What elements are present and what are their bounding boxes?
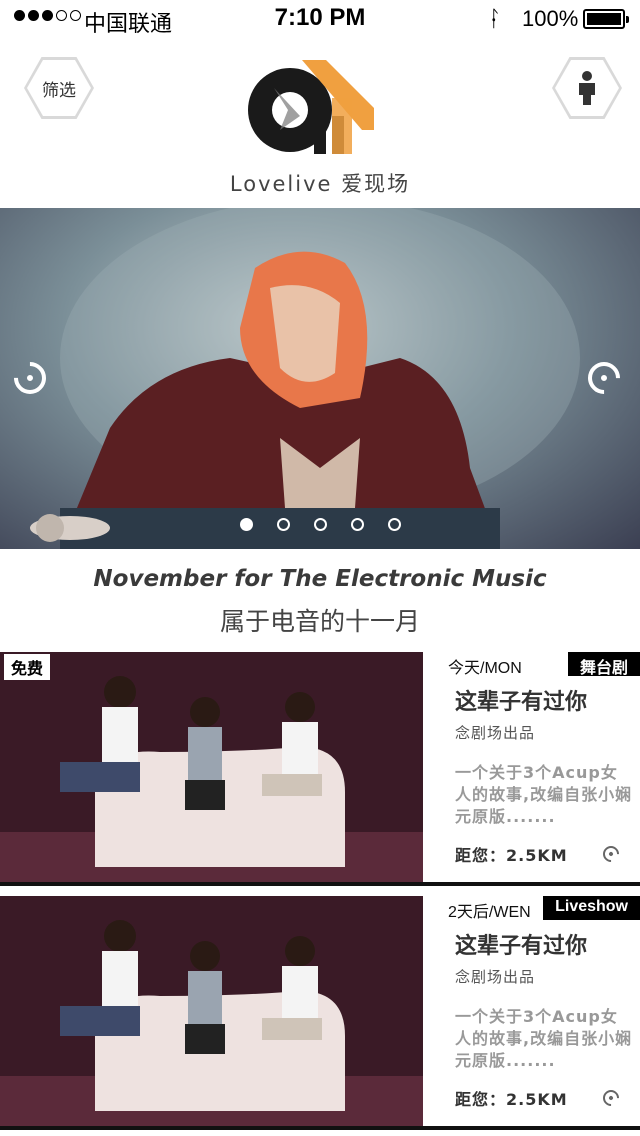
battery-percent: 100% <box>522 6 579 31</box>
event-title: 这辈子有过你 <box>455 934 588 959</box>
pagination-dot[interactable] <box>388 518 401 531</box>
event-card[interactable]: 2天后/WEN Liveshow 这辈子有过你 念剧场出品 一个关于3个Acup… <box>0 896 640 1128</box>
event-organizer: 念剧场出品 <box>455 724 536 742</box>
filter-button[interactable]: 筛选 <box>24 57 94 119</box>
divider <box>0 882 640 886</box>
pagination-dot[interactable] <box>277 518 290 531</box>
event-photo: 免费 <box>0 652 423 884</box>
event-detail-arrow-icon[interactable] <box>599 842 623 866</box>
banner-title-en[interactable]: November for The Electronic Music <box>0 566 640 592</box>
event-card[interactable]: 免费 今天/MON 舞台剧 这辈子有过你 念剧场出品 一个关于3个Acup女人的… <box>0 652 640 884</box>
filter-button-label: 筛选 <box>27 60 91 116</box>
free-tag: 免费 <box>4 654 51 680</box>
lovelive-logo <box>248 60 374 154</box>
event-organizer: 念剧场出品 <box>455 968 536 986</box>
status-bar: 中国联通 7:10 PM ᛛ 100% <box>0 0 640 40</box>
pagination-dot[interactable] <box>314 518 327 531</box>
divider <box>0 1126 640 1130</box>
banner-pagination <box>240 518 401 531</box>
event-description: 一个关于3个Acup女人的故事,改编自张小娴元原版....... <box>455 1007 633 1070</box>
profile-button[interactable] <box>552 57 622 119</box>
pagination-dot[interactable] <box>240 518 253 531</box>
event-distance: 距您：2.5KM <box>455 1090 568 1109</box>
event-title: 这辈子有过你 <box>455 690 588 715</box>
person-icon <box>579 71 595 105</box>
event-date: 2天后/WEN <box>448 904 531 921</box>
bluetooth-icon: ᛛ <box>488 6 502 31</box>
event-date: 今天/MON <box>448 660 522 677</box>
brand-name: Lovelive 爱现场 <box>229 172 411 196</box>
event-description: 一个关于3个Acup女人的故事,改编自张小娴元原版....... <box>455 763 633 826</box>
featured-banner[interactable] <box>0 208 640 549</box>
pagination-dot[interactable] <box>351 518 364 531</box>
banner-title-cn[interactable]: 属于电音的十一月 <box>0 602 640 638</box>
event-distance: 距您：2.5KM <box>455 846 568 865</box>
event-category-badge: 舞台剧 <box>567 652 640 677</box>
event-photo <box>0 896 423 1128</box>
event-detail-arrow-icon[interactable] <box>599 1086 623 1110</box>
battery-icon <box>583 9 629 29</box>
event-category-badge: Liveshow <box>543 896 640 920</box>
banner-photo <box>30 208 580 549</box>
